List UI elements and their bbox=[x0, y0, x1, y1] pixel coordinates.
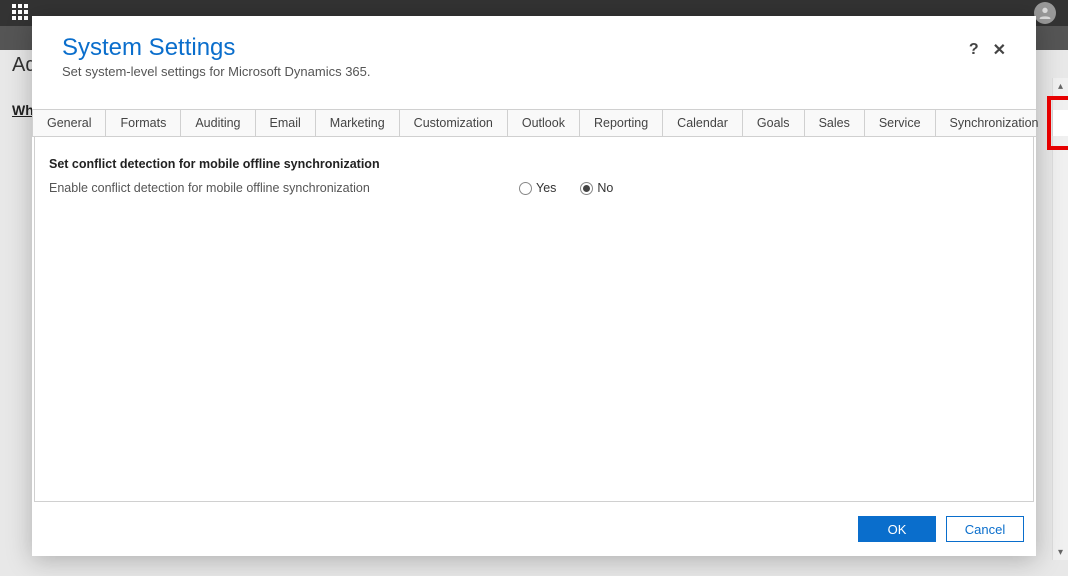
setting-label: Enable conflict detection for mobile off… bbox=[49, 181, 479, 195]
system-settings-modal: System Settings Set system-level setting… bbox=[32, 16, 1036, 556]
tab-service[interactable]: Service bbox=[865, 110, 936, 136]
radio-no-label: No bbox=[597, 181, 613, 195]
close-icon[interactable]: ✕ bbox=[993, 40, 1006, 60]
radio-yes[interactable]: Yes bbox=[519, 181, 556, 195]
radio-group: Yes No bbox=[519, 181, 613, 195]
avatar[interactable] bbox=[1034, 2, 1056, 24]
tab-customization[interactable]: Customization bbox=[400, 110, 508, 136]
setting-row: Enable conflict detection for mobile off… bbox=[49, 181, 1019, 195]
radio-no[interactable]: No bbox=[580, 181, 613, 195]
modal-subtitle: Set system-level settings for Microsoft … bbox=[62, 64, 371, 79]
scroll-down-icon[interactable]: ▾ bbox=[1053, 544, 1068, 560]
modal-title: System Settings bbox=[62, 34, 371, 62]
radio-yes-label: Yes bbox=[536, 181, 556, 195]
cancel-button[interactable]: Cancel bbox=[946, 516, 1024, 542]
section-title: Set conflict detection for mobile offlin… bbox=[49, 157, 1019, 171]
tab-auditing[interactable]: Auditing bbox=[181, 110, 255, 136]
tab-email[interactable]: Email bbox=[256, 110, 316, 136]
app-launcher-icon[interactable] bbox=[12, 4, 30, 22]
modal-header: System Settings Set system-level setting… bbox=[32, 16, 1036, 89]
tab-outlook[interactable]: Outlook bbox=[508, 110, 580, 136]
help-icon[interactable]: ? bbox=[969, 41, 979, 59]
bg-partial-underline: Wh bbox=[12, 102, 34, 118]
scroll-up-icon[interactable]: ▴ bbox=[1053, 78, 1068, 94]
tab-formats[interactable]: Formats bbox=[106, 110, 181, 136]
tab-synchronization[interactable]: Synchronization bbox=[936, 110, 1054, 136]
tab-sales[interactable]: Sales bbox=[805, 110, 865, 136]
ok-button[interactable]: OK bbox=[858, 516, 936, 542]
tab-marketing[interactable]: Marketing bbox=[316, 110, 400, 136]
tab-general[interactable]: General bbox=[32, 110, 106, 136]
radio-yes-circle bbox=[519, 182, 532, 195]
tabs: GeneralFormatsAuditingEmailMarketingCust… bbox=[32, 109, 1036, 137]
tab-mobile-client[interactable]: Mobile Client bbox=[1053, 110, 1068, 136]
tab-calendar[interactable]: Calendar bbox=[663, 110, 743, 136]
radio-no-circle bbox=[580, 182, 593, 195]
modal-footer: OK Cancel bbox=[32, 502, 1036, 556]
tab-reporting[interactable]: Reporting bbox=[580, 110, 663, 136]
content-area: Set conflict detection for mobile offlin… bbox=[34, 137, 1034, 502]
tab-goals[interactable]: Goals bbox=[743, 110, 805, 136]
page-scrollbar[interactable]: ▴ ▾ bbox=[1052, 78, 1068, 560]
